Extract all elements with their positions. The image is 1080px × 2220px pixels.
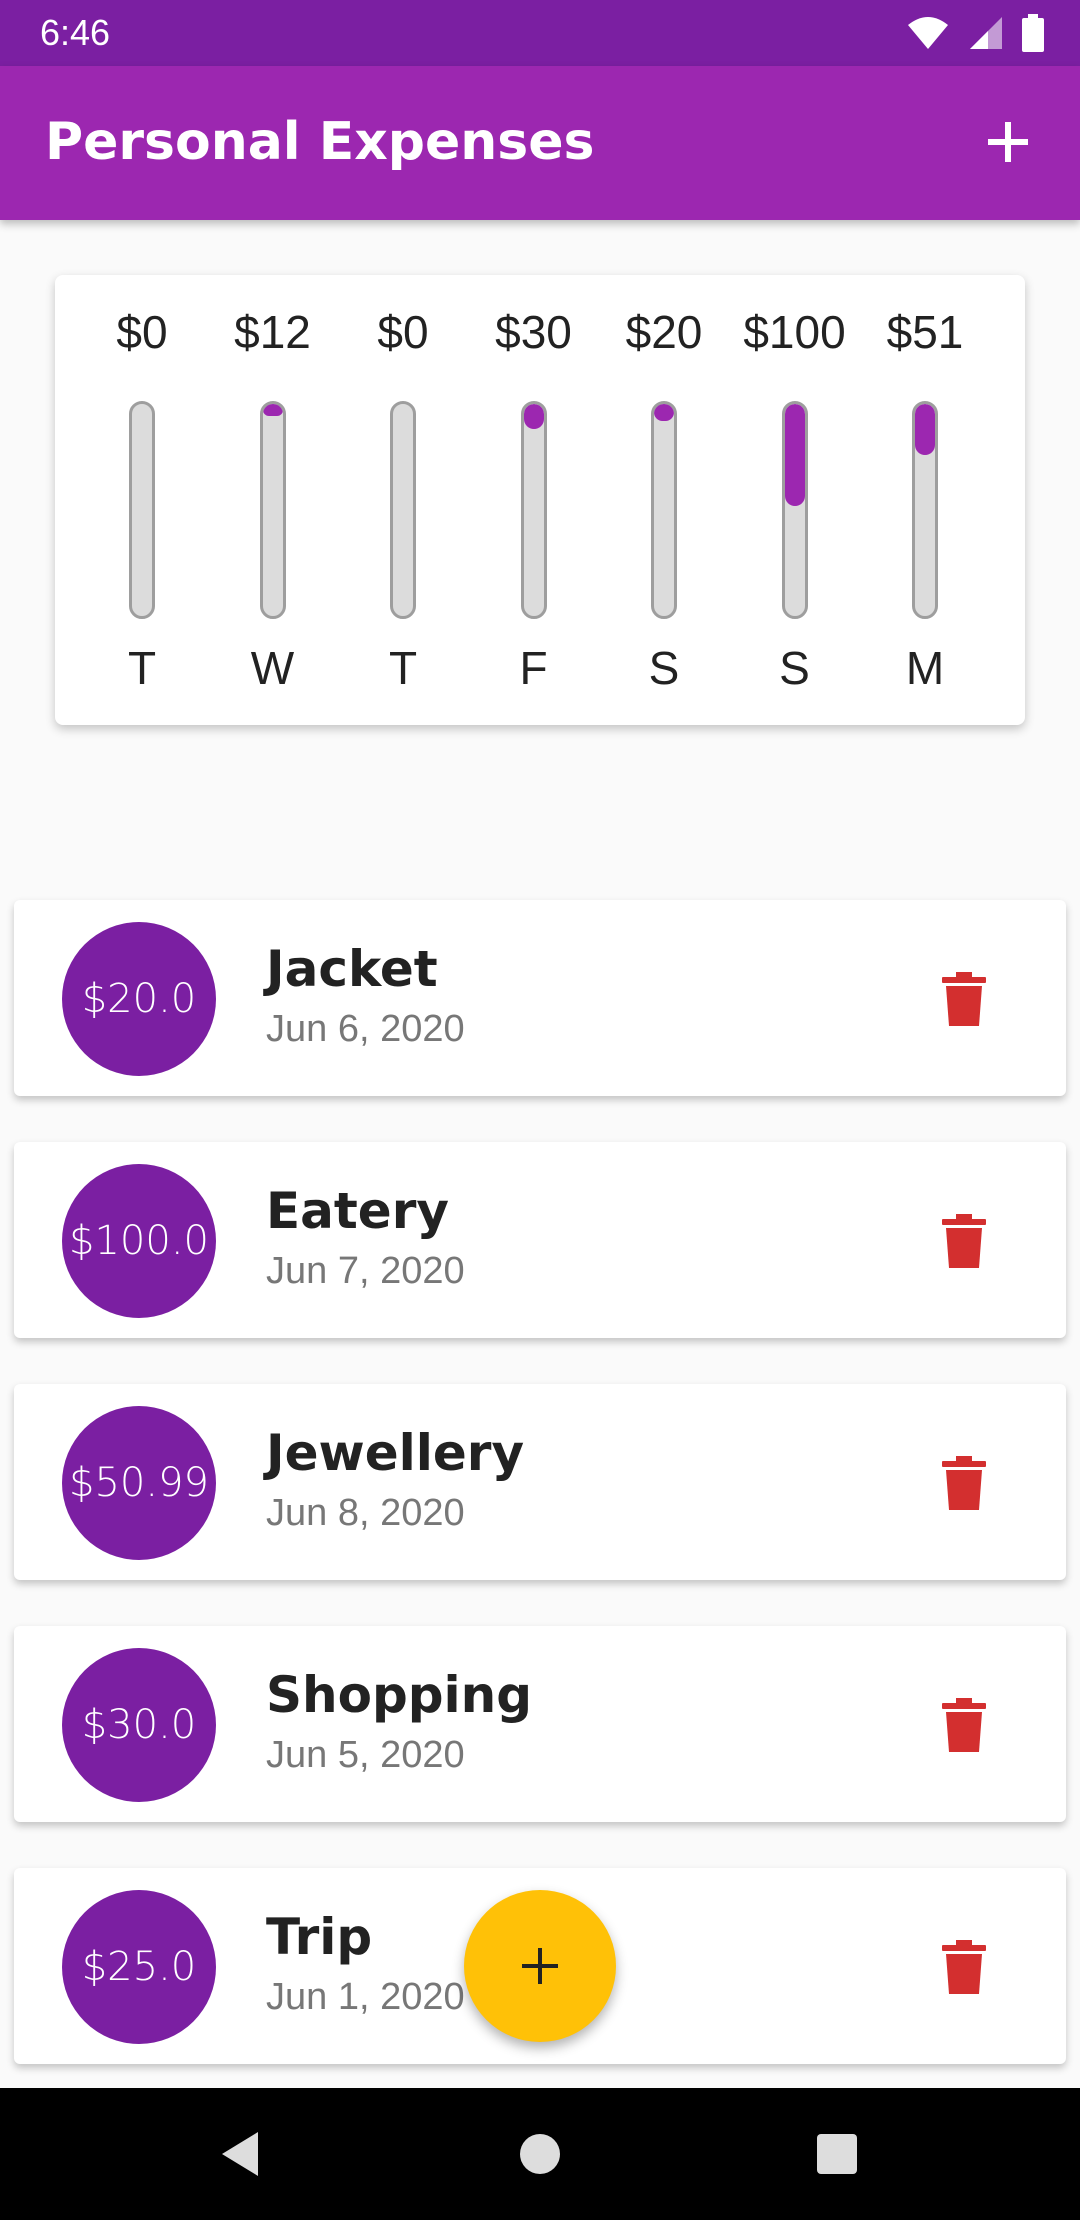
bar-fill bbox=[784, 404, 805, 506]
status-time: 6:46 bbox=[40, 12, 111, 53]
transaction-title: Jewellery bbox=[266, 1424, 525, 1482]
chart-bar-column: $100 S bbox=[730, 275, 860, 725]
bar-track bbox=[912, 401, 938, 619]
bar-amount-label: $20 bbox=[625, 306, 703, 358]
delete-icon bbox=[942, 1214, 986, 1268]
transaction-title: Trip bbox=[266, 1908, 373, 1966]
amount-avatar: $30.0 bbox=[62, 1648, 216, 1802]
plus-icon[interactable] bbox=[976, 110, 1040, 174]
transaction-date: Jun 5, 2020 bbox=[266, 1734, 465, 1776]
delete-button[interactable] bbox=[942, 1214, 986, 1268]
bar-amount-label: $0 bbox=[116, 306, 168, 358]
bar-track bbox=[651, 401, 677, 619]
bar-day-label: S bbox=[648, 642, 680, 694]
amount-avatar: $50.99 bbox=[62, 1406, 216, 1560]
delete-icon bbox=[942, 1940, 986, 1994]
bar-track bbox=[520, 401, 547, 619]
home-icon[interactable] bbox=[520, 2134, 560, 2174]
amount-avatar: $100.0 bbox=[62, 1164, 216, 1318]
amount-avatar: $25.0 bbox=[62, 1890, 216, 2044]
bar-day-label: S bbox=[779, 642, 810, 694]
bar-track bbox=[129, 401, 155, 619]
chart-bar-column: $51 M bbox=[860, 275, 990, 725]
bar-day-label: T bbox=[127, 642, 157, 694]
bar-track bbox=[259, 401, 286, 619]
bar-amount-label: $30 bbox=[495, 306, 572, 358]
plus-icon bbox=[522, 1948, 558, 1984]
bar-day-label: F bbox=[519, 642, 548, 694]
bar-amount-label: $12 bbox=[234, 306, 311, 358]
transaction-date: Jun 7, 2020 bbox=[266, 1250, 465, 1292]
app-bar: Personal Expenses bbox=[0, 66, 1080, 220]
transaction-title: Jacket bbox=[266, 940, 438, 998]
delete-button[interactable] bbox=[942, 1456, 986, 1510]
transaction-card[interactable]: $30.0 Shopping Jun 5, 2020 bbox=[14, 1626, 1066, 1822]
transaction-title: Shopping bbox=[266, 1666, 533, 1724]
delete-button[interactable] bbox=[942, 1940, 986, 1994]
amount-avatar: $20.0 bbox=[62, 922, 216, 1076]
transaction-card[interactable]: $100.0 Eatery Jun 7, 2020 bbox=[14, 1142, 1066, 1338]
transaction-date: Jun 8, 2020 bbox=[266, 1492, 465, 1534]
bar-amount-label: $100 bbox=[743, 306, 846, 358]
transaction-date: Jun 6, 2020 bbox=[266, 1008, 465, 1050]
wifi-icon bbox=[908, 17, 948, 49]
bar-fill bbox=[262, 404, 283, 416]
navigation-bar bbox=[0, 2088, 1080, 2220]
transaction-title: Eatery bbox=[266, 1182, 449, 1240]
status-bar: 6:46 bbox=[0, 0, 1080, 66]
chart-bar-column: $12 W bbox=[208, 275, 338, 725]
chart-bar-column: $0 T bbox=[77, 275, 207, 725]
transaction-date: Jun 1, 2020 bbox=[266, 1976, 465, 2018]
chart-bar-column: $0 T bbox=[338, 275, 468, 725]
chart-area: $0 T $12 W $0 T $30 F $20 S $100 S $51 M bbox=[0, 220, 1080, 780]
bar-day-label: W bbox=[250, 642, 295, 694]
add-transaction-fab[interactable] bbox=[464, 1890, 616, 2042]
bar-track bbox=[390, 401, 416, 619]
chart-bar-column: $20 S bbox=[599, 275, 729, 725]
bar-amount-label: $0 bbox=[377, 306, 429, 358]
bar-track bbox=[781, 401, 808, 619]
delete-icon bbox=[942, 972, 986, 1026]
transaction-card[interactable]: $20.0 Jacket Jun 6, 2020 bbox=[14, 900, 1066, 1096]
back-icon[interactable] bbox=[218, 2128, 262, 2180]
recents-icon[interactable] bbox=[817, 2134, 857, 2174]
weekly-chart-card: $0 T $12 W $0 T $30 F $20 S $100 S $51 M bbox=[55, 275, 1025, 725]
chart-bar-column: $30 F bbox=[469, 275, 599, 725]
page-title: Personal Expenses bbox=[45, 112, 595, 172]
bar-day-label: T bbox=[388, 642, 418, 694]
bar-fill bbox=[915, 404, 935, 455]
battery-icon bbox=[1022, 14, 1044, 52]
delete-button[interactable] bbox=[942, 1698, 986, 1752]
bar-amount-label: $51 bbox=[886, 306, 964, 358]
transaction-list[interactable]: Jun 3, 2020$20.0JacketJun 6, 2020$100.0E… bbox=[0, 620, 1080, 2088]
transaction-card[interactable]: $50.99 Jewellery Jun 8, 2020 bbox=[14, 1384, 1066, 1580]
status-icons bbox=[906, 14, 1044, 52]
delete-icon bbox=[942, 1698, 986, 1752]
bar-fill bbox=[523, 404, 544, 430]
signal-icon bbox=[970, 17, 1002, 49]
delete-icon bbox=[942, 1456, 986, 1510]
delete-button[interactable] bbox=[942, 972, 986, 1026]
bar-fill bbox=[654, 404, 674, 421]
bar-day-label: M bbox=[905, 642, 945, 694]
